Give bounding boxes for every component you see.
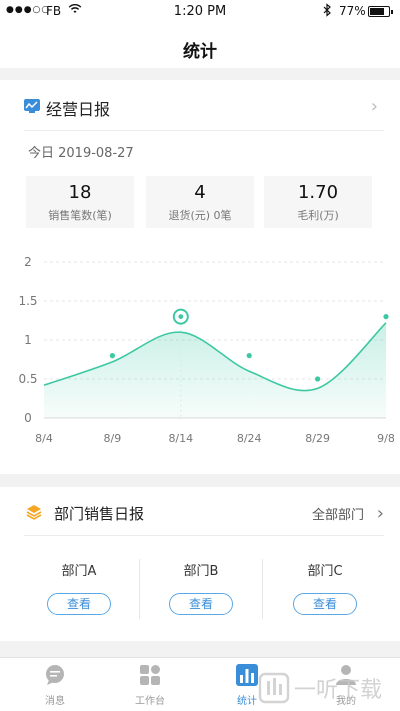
view-button[interactable]: 查看 xyxy=(293,593,357,615)
chat-icon xyxy=(46,665,64,685)
stat-gross-profit: 1.70 毛利(万) xyxy=(264,176,372,228)
x-tick-label: 8/4 xyxy=(35,432,53,445)
daily-report-title: 经营日报 xyxy=(46,100,111,119)
department-item: 部门A 查看 xyxy=(18,560,140,615)
tab-statistics[interactable]: 统计 xyxy=(197,664,297,707)
stat-value: 18 xyxy=(68,182,92,203)
all-departments-link[interactable]: 全部部门 xyxy=(312,504,364,523)
user-icon xyxy=(336,665,356,685)
daily-report-header[interactable]: 经营日报 › xyxy=(0,80,400,130)
y-tick-label: 0 xyxy=(24,411,32,425)
battery-icon xyxy=(368,6,393,17)
stat-returns: 4 退货(元) 0笔 xyxy=(146,176,254,228)
stat-sales-count: 18 销售笔数(笔) xyxy=(26,176,134,228)
grid-icon xyxy=(140,665,160,685)
stat-label: 毛利(万) xyxy=(297,209,339,222)
divider xyxy=(24,130,384,131)
battery-percent: 77% xyxy=(339,4,366,18)
report-date: 今日 2019-08-27 xyxy=(28,146,134,161)
tab-label: 我的 xyxy=(336,696,356,707)
department-name: 部门A xyxy=(61,564,97,579)
department-item: 部门C 查看 xyxy=(264,560,386,615)
y-tick-label: 1.5 xyxy=(18,294,37,308)
y-tick-label: 1 xyxy=(24,333,32,347)
tab-workbench[interactable]: 工作台 xyxy=(100,664,200,707)
page-title: 统计 xyxy=(183,42,217,62)
nav-bar: 统计 xyxy=(0,24,400,68)
chevron-right-icon[interactable]: › xyxy=(371,96,378,117)
department-name: 部门C xyxy=(307,564,343,579)
status-bar: ●●●○○ FB 1:20 PM 77% xyxy=(0,0,400,24)
view-button[interactable]: 查看 xyxy=(47,593,111,615)
sales-trend-chart[interactable]: 2 1.5 1 0.5 08/4 8/9 8/14 8/24 8/29 9/8 xyxy=(0,250,400,450)
data-point xyxy=(383,314,389,320)
department-name: 部门B xyxy=(183,564,219,579)
trend-chart-icon xyxy=(24,99,40,113)
divider xyxy=(24,535,384,536)
x-tick-label: 8/9 xyxy=(104,432,122,445)
stat-value: 1.70 xyxy=(297,182,339,203)
tab-label: 统计 xyxy=(237,696,257,707)
divider xyxy=(262,559,263,619)
x-tick-label: 8/14 xyxy=(168,432,193,445)
bar-chart-icon xyxy=(236,664,258,686)
layers-icon xyxy=(26,505,42,520)
daily-report-card: 经营日报 › 今日 2019-08-27 18 销售笔数(笔) 4 退货(元) … xyxy=(0,80,400,474)
data-point xyxy=(109,353,115,359)
stat-value: 4 xyxy=(194,182,206,203)
stat-label: 销售笔数(笔) xyxy=(48,209,112,222)
stat-label: 退货(元) 0笔 xyxy=(168,209,232,222)
tab-bar: 消息 工作台 统计 我的 xyxy=(0,657,400,711)
tab-messages[interactable]: 消息 xyxy=(5,664,105,707)
data-point xyxy=(315,376,321,382)
department-item: 部门B 查看 xyxy=(140,560,262,615)
tab-label: 消息 xyxy=(45,696,65,707)
bluetooth-icon xyxy=(323,3,331,17)
y-tick-label: 2 xyxy=(24,255,32,269)
chevron-right-icon[interactable]: › xyxy=(377,503,384,524)
y-tick-label: 0.5 xyxy=(18,372,37,386)
view-button[interactable]: 查看 xyxy=(169,593,233,615)
dept-report-card: 部门销售日报 全部部门 › 部门A 查看 部门B 查看 部门C 查看 xyxy=(0,487,400,641)
x-tick-label: 8/24 xyxy=(237,432,262,445)
data-point xyxy=(246,353,252,359)
tab-label: 工作台 xyxy=(135,696,165,707)
x-tick-label: 9/8 xyxy=(377,432,395,445)
series-area xyxy=(44,322,386,418)
dept-report-title: 部门销售日报 xyxy=(54,505,145,523)
x-tick-label: 8/29 xyxy=(305,432,330,445)
highlight-marker-dot xyxy=(178,314,184,319)
tab-mine[interactable]: 我的 xyxy=(296,664,396,707)
